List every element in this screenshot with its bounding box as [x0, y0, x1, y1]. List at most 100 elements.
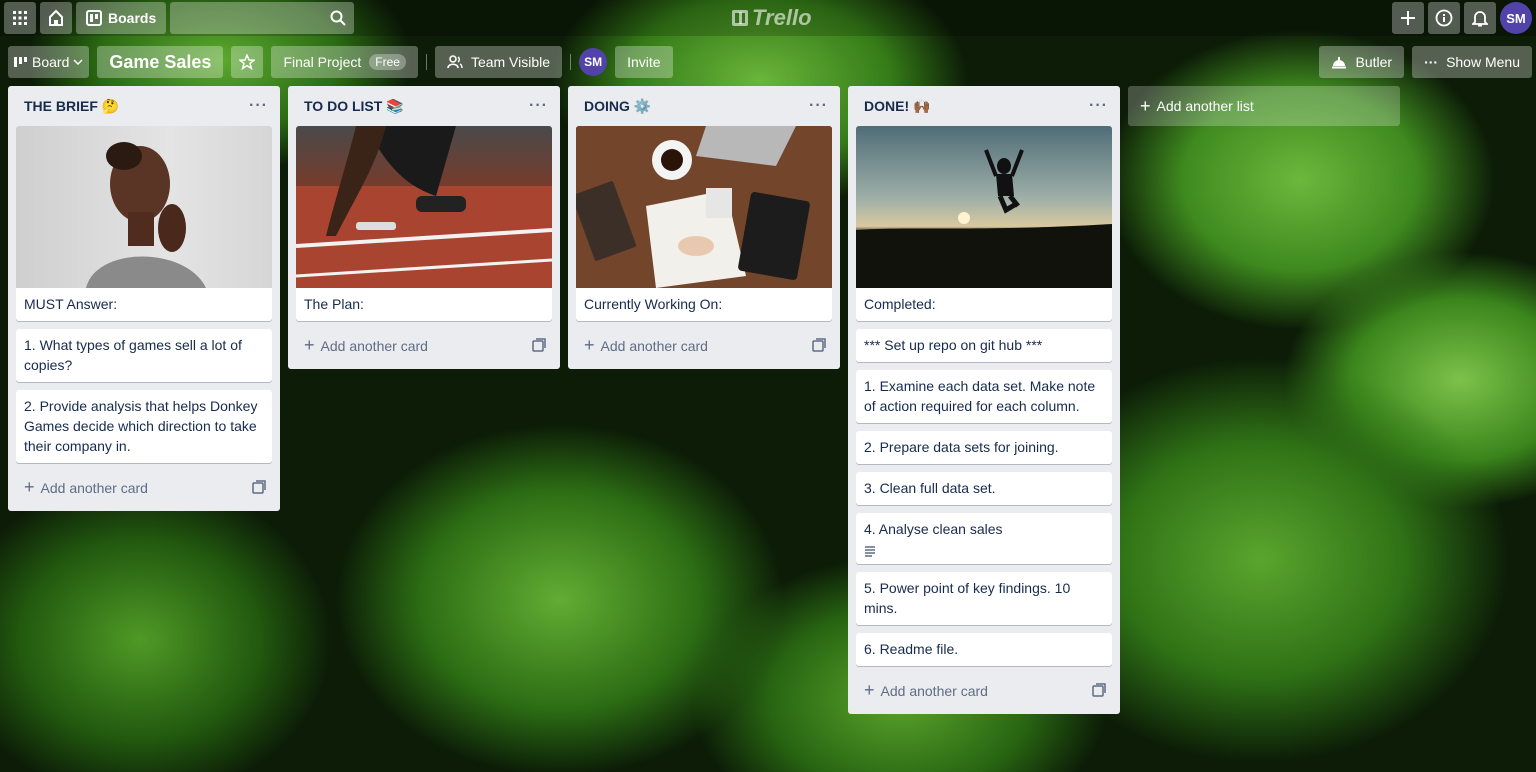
sprinter-start-image — [296, 126, 552, 288]
list-title[interactable]: THE BRIEF 🤔 — [24, 98, 119, 115]
chevron-down-icon — [73, 59, 83, 66]
list-the-brief: THE BRIEF 🤔 ··· MUST Answer: 1. What typ… — [8, 86, 280, 511]
card-title: 5. Power point of key findings. 10 mins. — [864, 580, 1071, 616]
description-icon — [865, 546, 875, 557]
list-menu-icon[interactable]: ··· — [249, 97, 268, 115]
list-doing: DOING ⚙️ ··· Currently Working On: + Add … — [568, 86, 840, 369]
list-menu-icon[interactable]: ··· — [1089, 97, 1108, 115]
list-item[interactable]: 1. What types of games sell a lot of cop… — [16, 329, 272, 382]
card-title: 4. Analyse clean sales — [864, 521, 1003, 537]
home-icon — [49, 9, 63, 26]
card-cover-image — [576, 126, 832, 288]
card-title: 2. Prepare data sets for joining. — [864, 439, 1059, 455]
trello-logo[interactable]: Trello — [732, 4, 812, 32]
card-title: *** Set up repo on git hub *** — [864, 337, 1043, 353]
card-template-icon[interactable] — [252, 480, 266, 494]
show-menu-button[interactable]: ··· Show Menu — [1412, 46, 1532, 78]
list-item[interactable]: Completed: — [856, 126, 1112, 321]
card-cover-image — [16, 126, 272, 288]
add-card-button[interactable]: + Add another card — [856, 674, 1112, 706]
add-card-label: Add another card — [320, 337, 428, 354]
add-card-label: Add another card — [880, 682, 988, 699]
team-label: Final Project — [283, 54, 362, 70]
list-item[interactable]: 6. Readme file. — [856, 633, 1112, 666]
card-title: 6. Readme file. — [864, 641, 959, 657]
plus-icon: + — [24, 476, 35, 497]
list-item[interactable]: 5. Power point of key findings. 10 mins. — [856, 572, 1112, 625]
star-button[interactable] — [231, 46, 264, 78]
board-view-icon — [14, 57, 27, 67]
invite-button[interactable]: Invite — [615, 46, 673, 78]
list-item[interactable]: The Plan: — [296, 126, 552, 321]
add-card-button[interactable]: + Add another card — [16, 471, 272, 503]
notifications-button[interactable] — [1464, 2, 1496, 34]
board-title[interactable]: Game Sales — [97, 46, 224, 78]
card-title: 1. What types of games sell a lot of cop… — [24, 337, 242, 373]
card-title: 1. Examine each data set. Make note of a… — [864, 378, 1096, 414]
list-menu-icon[interactable]: ··· — [529, 97, 548, 115]
show-menu-label: Show Menu — [1446, 54, 1520, 70]
card-cover-image — [296, 126, 552, 288]
list-item[interactable]: *** Set up repo on git hub *** — [856, 329, 1112, 362]
list-item[interactable]: Currently Working On: — [576, 126, 832, 321]
list-item[interactable]: 3. Clean full data set. — [856, 472, 1112, 505]
list-item[interactable]: 1. Examine each data set. Make note of a… — [856, 370, 1112, 423]
info-icon — [1435, 9, 1453, 27]
add-card-button[interactable]: + Add another card — [296, 329, 552, 361]
jumping-person-image — [856, 149, 1112, 288]
visibility-label: Team Visible — [470, 54, 551, 70]
add-card-label: Add another card — [40, 479, 148, 496]
list-item[interactable]: 4. Analyse clean sales — [856, 513, 1112, 564]
team-button[interactable]: Final Project Free — [271, 46, 418, 78]
list-done: DONE! 🙌🏾 ··· Completed: *** Set up repo … — [848, 86, 1120, 714]
more-icon: ··· — [1424, 54, 1439, 70]
add-list-label: Add another list — [1156, 98, 1254, 114]
thinking-woman-image — [86, 142, 206, 288]
list-item[interactable]: 2. Prepare data sets for joining. — [856, 431, 1112, 464]
plus-icon — [1401, 11, 1415, 25]
list-to-do: TO DO LIST 📚 ··· The Plan: + Add another … — [288, 86, 560, 369]
user-avatar[interactable]: SM — [1500, 2, 1532, 34]
bell-icon — [1472, 11, 1488, 27]
list-item[interactable]: MUST Answer: — [16, 126, 272, 321]
list-title[interactable]: DOING ⚙️ — [584, 98, 651, 115]
board-header: Board Game Sales Final Project Free Team… — [0, 46, 1536, 78]
plus-icon: + — [584, 334, 595, 355]
team-visible-icon — [447, 55, 463, 69]
divider — [570, 54, 572, 70]
search-icon — [330, 10, 346, 26]
board-view-label: Board — [32, 54, 70, 70]
card-template-icon[interactable] — [1092, 683, 1106, 697]
list-title[interactable]: DONE! 🙌🏾 — [864, 98, 930, 115]
card-title: 2. Provide analysis that helps Donkey Ga… — [24, 398, 258, 454]
apps-grid-button[interactable] — [4, 2, 36, 34]
list-item[interactable]: 2. Provide analysis that helps Donkey Ga… — [16, 390, 272, 463]
visibility-button[interactable]: Team Visible — [434, 46, 563, 78]
add-card-button[interactable]: + Add another card — [576, 329, 832, 361]
plus-icon: + — [864, 679, 875, 700]
butler-button[interactable]: Butler — [1319, 46, 1405, 78]
info-button[interactable] — [1428, 2, 1460, 34]
boards-button[interactable]: Boards — [76, 2, 167, 34]
member-avatar[interactable]: SM — [579, 48, 608, 76]
board-icon — [86, 10, 102, 26]
home-button[interactable] — [40, 2, 72, 34]
card-title: 3. Clean full data set. — [864, 480, 996, 496]
apps-grid-icon — [13, 11, 27, 25]
board-view-switcher[interactable]: Board — [8, 46, 90, 78]
trello-logo-icon — [732, 10, 748, 26]
list-title[interactable]: TO DO LIST 📚 — [304, 98, 404, 115]
butler-label: Butler — [1355, 54, 1393, 70]
create-button[interactable] — [1392, 2, 1424, 34]
logo-text: Trello — [752, 5, 812, 30]
plus-icon: + — [1140, 95, 1151, 116]
card-template-icon[interactable] — [532, 338, 546, 352]
card-title: Completed: — [864, 296, 936, 312]
card-template-icon[interactable] — [812, 338, 826, 352]
list-menu-icon[interactable]: ··· — [809, 97, 828, 115]
top-nav-bar: Boards Trello SM — [0, 0, 1536, 36]
add-list-button[interactable]: + Add another list — [1128, 86, 1400, 126]
butler-bell-icon — [1332, 57, 1347, 69]
search-input[interactable] — [170, 2, 355, 34]
divider — [425, 54, 427, 70]
